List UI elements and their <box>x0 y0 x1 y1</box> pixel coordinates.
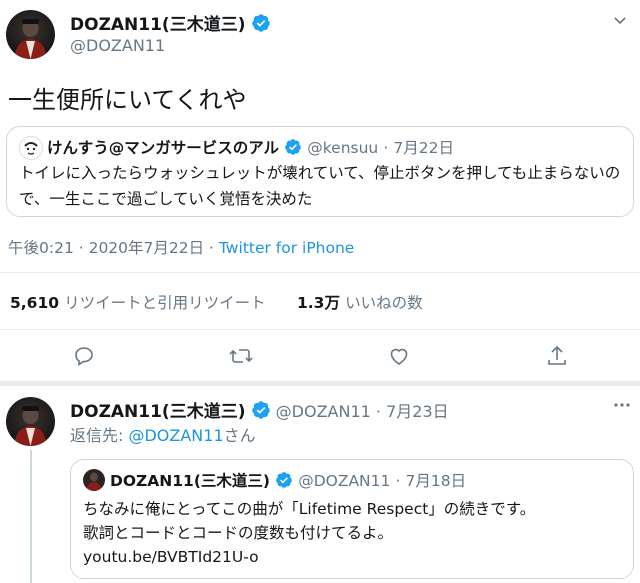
verified-badge-icon <box>285 139 302 155</box>
tweet-timestamp[interactable]: 午後0:21 · 2020年7月22日 · <box>8 239 219 257</box>
verified-badge-icon <box>276 472 292 488</box>
tweet-text: 一生便所にいてくれや <box>8 86 247 114</box>
reply-to-link[interactable]: @DOZAN11 <box>128 426 223 445</box>
section-divider <box>0 381 640 386</box>
reply-quoted-author-name: DOZAN11(三木道三) <box>110 472 270 490</box>
avatar[interactable] <box>6 10 55 59</box>
retweet-icon[interactable] <box>227 342 255 370</box>
share-icon[interactable] <box>543 342 571 370</box>
quoted-text: トイレに入ったらウォッシュレットが壊れていて、停止ボタンを押しても止まらないので… <box>19 164 621 208</box>
separator-dot: · <box>395 472 401 490</box>
quoted-avatar <box>19 136 43 160</box>
reply-quoted-avatar <box>83 469 105 491</box>
retweets-label: リツイートと引用リツイート <box>64 294 266 312</box>
likes-label: いいねの数 <box>345 294 423 312</box>
thread-line <box>30 450 32 583</box>
separator-dot: · <box>375 402 382 421</box>
likes-count: 1.3万 <box>297 294 340 312</box>
reply-author-name[interactable]: DOZAN11(三木道三) <box>70 402 245 422</box>
reply-quoted-line2: 歌詞とコードとコードの度数も付けてるよ。 <box>83 524 394 542</box>
divider <box>0 329 640 330</box>
reply-quoted-date: 7月18日 <box>405 472 467 490</box>
tweet-source-link[interactable]: Twitter for iPhone <box>219 239 354 257</box>
reply-avatar[interactable] <box>6 397 55 446</box>
likes-stat[interactable]: 1.3万 いいねの数 <box>297 291 423 313</box>
verified-badge-icon <box>251 401 270 419</box>
retweets-count: 5,610 <box>10 294 60 312</box>
quoted-date: 7月22日 <box>393 139 454 157</box>
separator-dot: · <box>383 139 389 157</box>
quoted-author-name: けんすう@マンガサービスのアル <box>47 139 280 157</box>
quoted-author-handle: @kensuu <box>307 139 379 157</box>
avatar-image <box>14 19 47 59</box>
reply-quoted-author-handle: @DOZAN11 <box>298 472 391 490</box>
reply-icon[interactable] <box>70 342 98 370</box>
reply-quoted-line1: ちなみに俺にとってこの曲が「Lifetime Respect」の続きです。 <box>83 500 536 518</box>
reply-date[interactable]: 7月23日 <box>386 402 449 421</box>
verified-badge-icon <box>251 14 270 32</box>
reply-to-suffix: さん <box>223 426 256 445</box>
author-handle[interactable]: @DOZAN11 <box>70 36 165 55</box>
divider <box>0 272 640 273</box>
retweets-stat[interactable]: 5,610 リツイートと引用リツイート <box>10 291 266 313</box>
reply-author-handle[interactable]: @DOZAN11 <box>276 402 371 421</box>
like-icon[interactable] <box>385 342 413 370</box>
reply-to-prefix: 返信先: <box>70 426 129 445</box>
avatar-image <box>14 406 47 446</box>
reply-quoted-link[interactable]: youtu.be/BVBTId21U-o <box>83 544 259 570</box>
more-icon[interactable] <box>612 395 632 420</box>
reply-to-line: 返信先: @DOZAN11さん <box>70 422 256 446</box>
caret-down-icon[interactable] <box>612 12 628 32</box>
author-name[interactable]: DOZAN11(三木道三) <box>70 15 245 35</box>
